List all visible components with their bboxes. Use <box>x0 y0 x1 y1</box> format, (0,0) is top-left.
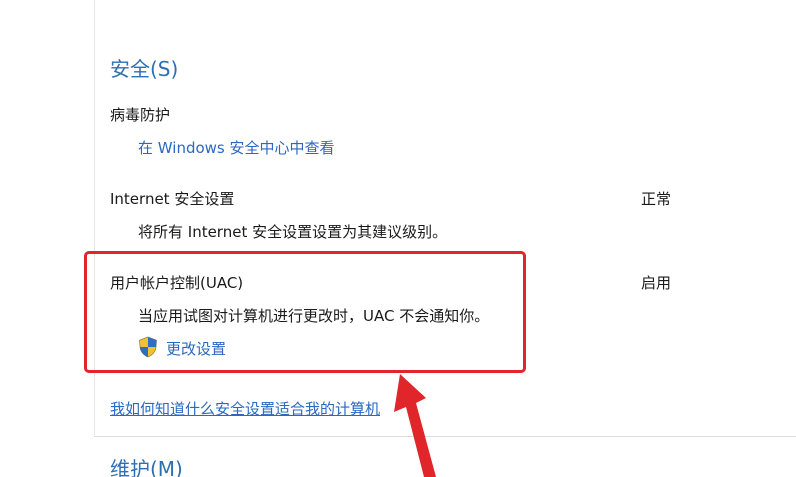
internet-security-title: Internet 安全设置 <box>110 190 235 208</box>
uac-status: 启用 <box>641 274 672 292</box>
which-security-settings-link[interactable]: 我如何知道什么安全设置适合我的计算机 <box>110 398 380 419</box>
view-in-windows-security-link[interactable]: 在 Windows 安全中心中查看 <box>138 137 335 158</box>
section-title-security[interactable]: 安全(S) <box>110 53 178 82</box>
section-title-maintenance[interactable]: 维护(M) <box>110 453 183 477</box>
virus-protection-title: 病毒防护 <box>110 106 171 124</box>
red-arrow-annotation <box>394 374 436 477</box>
internet-security-status: 正常 <box>641 190 672 208</box>
security-maintenance-panel: 安全(S) 病毒防护 在 Windows 安全中心中查看 Internet 安全… <box>0 0 796 477</box>
uac-highlight-box <box>84 251 526 373</box>
internet-security-desc: 将所有 Internet 安全设置设置为其建议级别。 <box>138 223 448 241</box>
